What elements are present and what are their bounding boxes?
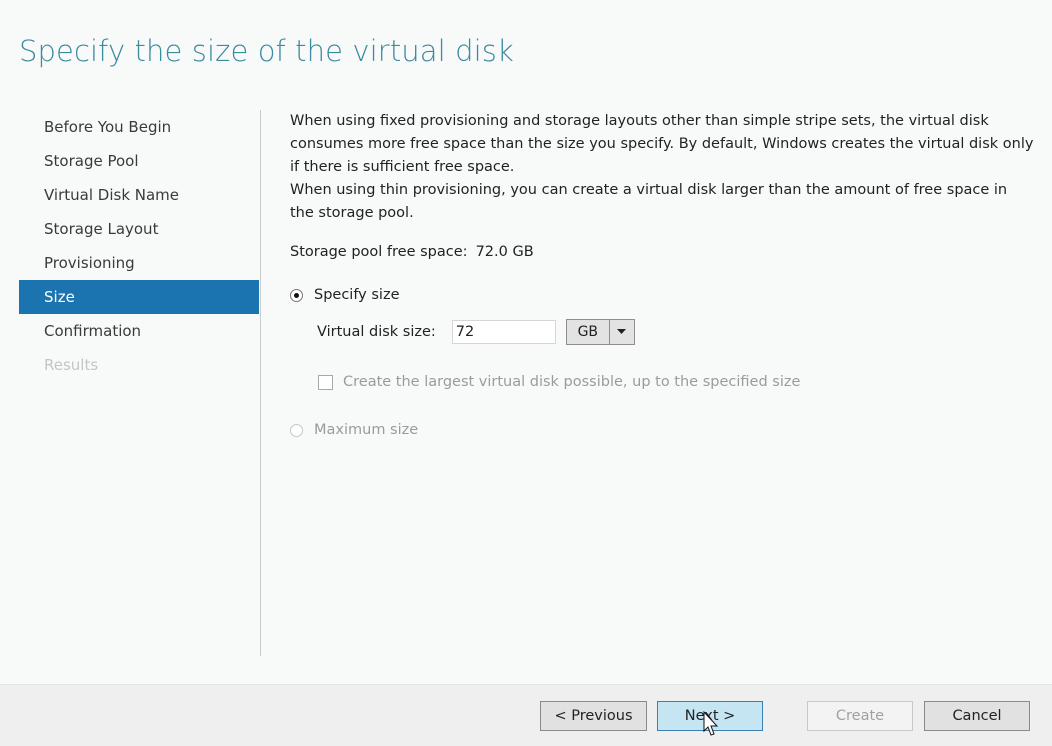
dropdown-arrow-icon[interactable] [610,320,634,344]
largest-possible-label: Create the largest virtual disk possible… [343,374,801,390]
maximum-size-radio [290,423,303,437]
description-thin-provisioning: When using thin provisioning, you can cr… [290,182,1008,221]
nav-item-storage-layout[interactable]: Storage Layout [19,212,259,246]
nav-item-storage-pool[interactable]: Storage Pool [19,144,259,178]
unit-selected-value[interactable]: GB [567,320,610,344]
page-title: Specify the size of the virtual disk [19,34,514,68]
description: When using fixed provisioning and storag… [290,110,1035,225]
maximum-size-label: Maximum size [314,422,419,438]
mouse-pointer-icon [703,710,723,745]
unit-dropdown[interactable]: GB [565,319,635,345]
disk-size-input[interactable] [451,320,556,344]
size-page-content: When using fixed provisioning and storag… [290,110,1035,438]
disk-size-row: Virtual disk size: GB [317,319,635,345]
cancel-button[interactable]: Cancel [924,701,1030,731]
largest-possible-checkbox[interactable] [318,374,333,390]
free-space-value: 72.0 GB [475,244,534,260]
free-space-label: Storage pool free space: [290,244,468,260]
nav-item-confirmation[interactable]: Confirmation [19,314,259,348]
wizard-step-nav: Before You Begin Storage Pool Virtual Di… [19,110,259,382]
free-space-row: Storage pool free space: 72.0 GB [290,244,534,260]
nav-item-before-you-begin[interactable]: Before You Begin [19,110,259,144]
nav-item-results: Results [44,356,99,374]
disk-size-label: Virtual disk size: [317,324,436,340]
wizard-footer: < Previous Next > Create Cancel [0,684,1052,746]
nav-divider [260,110,261,656]
specify-size-label[interactable]: Specify size [314,287,400,303]
specify-size-radio[interactable] [290,288,303,302]
largest-possible-option[interactable]: Create the largest virtual disk possible… [318,374,800,390]
nav-item-size[interactable]: Size [19,280,259,314]
create-button: Create [807,701,913,731]
nav-item-provisioning[interactable]: Provisioning [19,246,259,280]
specify-size-option[interactable]: Specify size [290,287,400,303]
maximum-size-option: Maximum size [290,422,418,438]
previous-button[interactable]: < Previous [540,701,647,731]
nav-item-virtual-disk-name[interactable]: Virtual Disk Name [19,178,259,212]
description-fixed-provisioning: When using fixed provisioning and storag… [290,113,1034,175]
